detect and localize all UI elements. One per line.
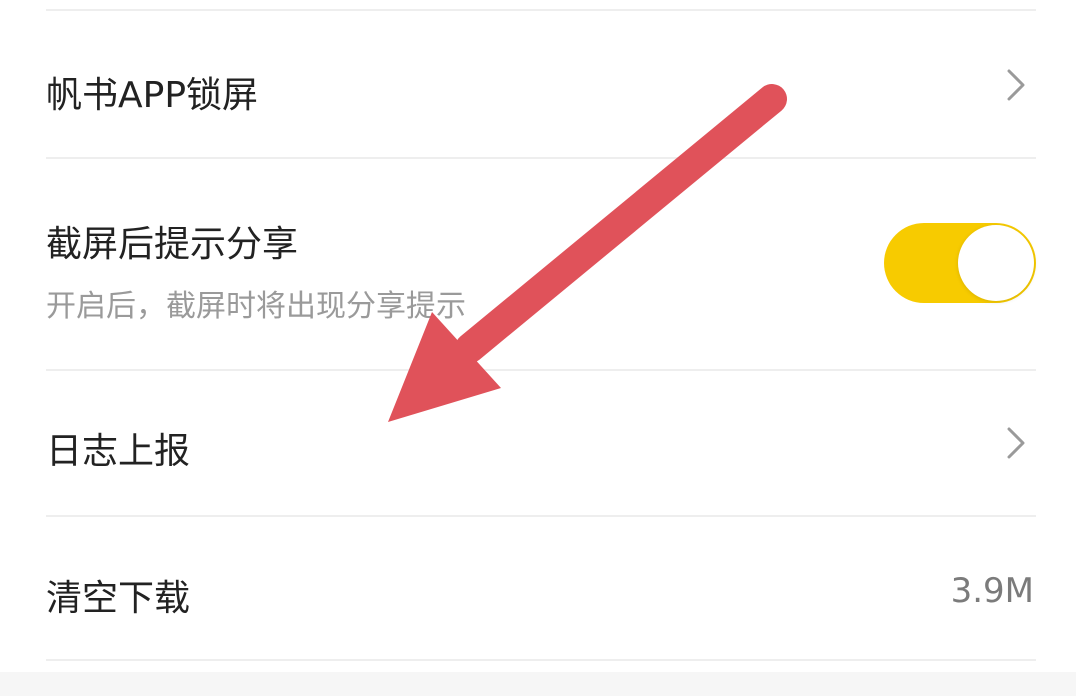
settings-screen: 帆书APP锁屏 截屏后提示分享 开启后，截屏时将出现分享提示 日志上报 清空下载… <box>0 0 1076 696</box>
lock-screen-row[interactable]: 帆书APP锁屏 <box>0 11 1076 157</box>
toggle-knob <box>958 225 1034 301</box>
clear-downloads-row[interactable]: 清空下载 3.9M <box>0 517 1076 659</box>
screenshot-share-label: 截屏后提示分享 <box>46 224 299 265</box>
chevron-right-icon <box>1004 425 1028 461</box>
bottom-band <box>0 672 1076 696</box>
screenshot-share-description: 开启后，截屏时将出现分享提示 <box>46 289 466 324</box>
log-report-row[interactable]: 日志上报 <box>0 371 1076 515</box>
download-size-value: 3.9M <box>950 571 1034 611</box>
lock-screen-label: 帆书APP锁屏 <box>46 75 259 116</box>
chevron-right-icon <box>1004 67 1028 103</box>
clear-downloads-label: 清空下载 <box>46 578 191 619</box>
divider <box>46 659 1036 661</box>
screenshot-share-row: 截屏后提示分享 开启后，截屏时将出现分享提示 <box>0 159 1076 369</box>
screenshot-share-toggle[interactable] <box>884 223 1036 303</box>
log-report-label: 日志上报 <box>46 431 191 472</box>
